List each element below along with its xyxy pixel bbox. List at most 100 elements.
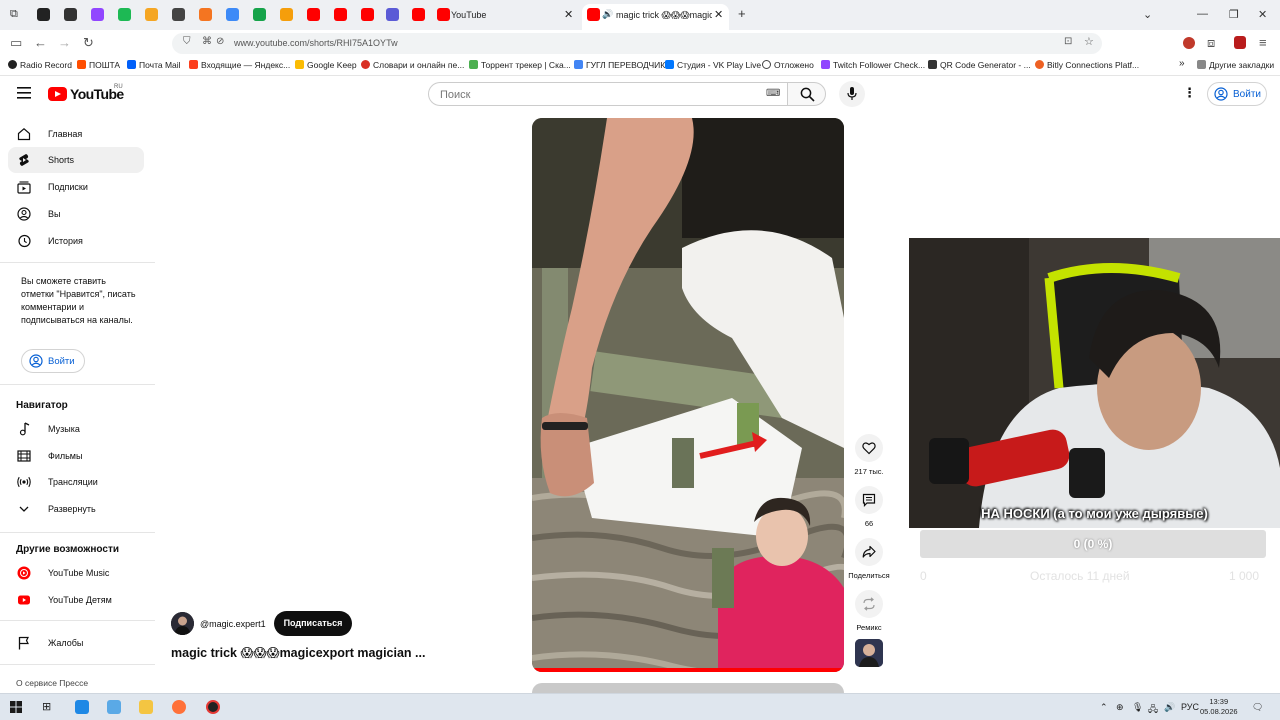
channel-thumbnail[interactable] <box>855 639 883 667</box>
next-short-preview[interactable] <box>532 683 844 693</box>
like-button[interactable] <box>855 434 883 462</box>
channel-name[interactable]: @magic.expert1 <box>200 619 266 629</box>
profile-shield-icon[interactable] <box>1234 36 1246 49</box>
sidebar-item-youtube-music[interactable]: YouTube Music <box>8 560 144 586</box>
pinned-tab-icon[interactable] <box>412 8 425 21</box>
tray-overflow-chevron-icon[interactable]: ⌃ <box>1100 702 1108 713</box>
signin-button[interactable]: Войти <box>1207 82 1267 106</box>
extensions-puzzle-icon[interactable]: ⧈ <box>1207 35 1215 51</box>
close-window-button[interactable]: ✕ <box>1258 8 1267 21</box>
system-clock[interactable]: 13:39 05.08.2026 <box>1200 697 1238 717</box>
bookmark-item[interactable]: Студия - VK Play Live <box>665 60 761 70</box>
voice-search-button[interactable] <box>839 81 865 107</box>
bookmark-item[interactable]: Bitly Connections Platf... <box>1035 60 1139 70</box>
url-text[interactable]: www.youtube.com/shorts/RHI75A1OYTw <box>234 38 398 48</box>
sidebar-item-you[interactable]: Вы <box>8 201 144 227</box>
sidebar-item-history[interactable]: История <box>8 228 144 254</box>
pinned-tab-icon[interactable] <box>199 8 212 21</box>
sidebar-item-home[interactable]: Главная <box>8 121 144 147</box>
bookmark-item[interactable]: Отложено <box>762 60 814 70</box>
shield-icon[interactable]: ⛉ <box>183 36 191 47</box>
bookmark-item[interactable]: ПОШТА <box>77 60 120 70</box>
other-bookmarks[interactable]: Другие закладки <box>1197 60 1274 70</box>
youtube-logo-icon[interactable] <box>48 87 67 101</box>
bookmark-star-icon[interactable]: ☆ <box>1084 35 1094 48</box>
bookmark-item[interactable]: QR Code Generator - ... <box>928 60 1031 70</box>
comments-button[interactable] <box>855 486 883 514</box>
pinned-tab-icon[interactable] <box>172 8 185 21</box>
pinned-tab-icon[interactable] <box>280 8 293 21</box>
extension-icon[interactable] <box>1183 37 1195 49</box>
forward-button[interactable]: → <box>58 35 71 50</box>
microphone-tray-icon[interactable]: 🎙 <box>1132 702 1143 713</box>
new-tab-button[interactable]: + <box>738 6 746 21</box>
task-view-icon[interactable]: ⊞ <box>42 700 51 713</box>
bookmark-item[interactable]: Google Keep <box>295 60 357 70</box>
bookmark-item[interactable]: Twitch Follower Check... <box>821 60 925 70</box>
windows-start-icon[interactable] <box>10 701 22 713</box>
search-button[interactable] <box>787 82 826 106</box>
sidebar-item-youtube-kids[interactable]: YouTube Детям <box>8 587 144 613</box>
share-button[interactable] <box>855 538 883 566</box>
speaker-icon[interactable]: 🔊 <box>602 9 613 20</box>
tab-list-icon[interactable]: ⧉ <box>10 8 18 21</box>
file-explorer-icon[interactable] <box>139 700 153 714</box>
tab-close-icon[interactable]: ✕ <box>564 8 573 21</box>
tab-active-short[interactable]: 🔊 magic trick 😱😱😱magic ✕ <box>582 4 729 30</box>
notifications-icon[interactable]: 🗨 <box>1252 702 1263 713</box>
sidebar-item-live[interactable]: Трансляции <box>8 469 144 495</box>
bookmark-item[interactable]: Входящие — Яндекс... <box>189 60 290 70</box>
sidebar-footer-links[interactable]: О сервисе Прессе <box>16 678 88 688</box>
calculator-icon[interactable] <box>75 700 89 714</box>
sidebar-item-movies[interactable]: Фильмы <box>8 443 144 469</box>
sidebar-item-reports[interactable]: Жалобы <box>8 630 144 656</box>
pinned-tab-icon[interactable] <box>307 8 320 21</box>
keyboard-icon[interactable]: ⌨ <box>766 88 780 99</box>
obs-icon[interactable] <box>206 700 220 714</box>
bookmark-item[interactable]: Словари и онлайн пе... <box>361 60 464 70</box>
address-bar[interactable]: ⛉ ⌘ ⊘ www.youtube.com/shorts/RHI75A1OYTw… <box>172 33 1102 54</box>
restore-button[interactable]: ❐ <box>1229 8 1239 21</box>
sidebar-signin-button[interactable]: Войти <box>21 349 85 373</box>
menu-icon[interactable]: ≡ <box>1259 35 1267 50</box>
bookmark-item[interactable]: Торрент трекер | Ска... <box>469 60 571 70</box>
pinned-tab-icon[interactable] <box>145 8 158 21</box>
subscribe-button[interactable]: Подписаться <box>274 611 352 636</box>
tray-app-icon[interactable]: ⊕ <box>1116 702 1124 713</box>
tab-search-chevron-icon[interactable]: ⌄ <box>1143 8 1152 21</box>
bookmark-item[interactable]: Почта Mail <box>127 60 181 70</box>
reload-button[interactable]: ↻ <box>83 35 94 51</box>
pinned-tab-icon[interactable] <box>37 8 50 21</box>
pinned-tab-icon[interactable] <box>386 8 399 21</box>
search-input[interactable]: Поиск ⌨ <box>428 82 788 106</box>
tab-close-icon[interactable]: ✕ <box>714 8 723 21</box>
sidebar-item-music[interactable]: Музыка <box>8 416 144 442</box>
tab-youtube[interactable]: YouTube ✕ <box>432 4 577 30</box>
more-bookmarks-chevron-icon[interactable]: » <box>1179 58 1185 69</box>
pinned-tab-icon[interactable] <box>226 8 239 21</box>
sidebar-toggle-icon[interactable]: ▭ <box>10 35 22 51</box>
network-icon[interactable]: 🖧 <box>1148 702 1158 718</box>
volume-icon[interactable]: 🔊 <box>1164 702 1175 713</box>
input-language[interactable]: РУС <box>1181 702 1199 712</box>
sidebar-item-expand[interactable]: Развернуть <box>8 496 144 522</box>
bookmark-item[interactable]: Radio Record <box>8 60 72 70</box>
remix-button[interactable] <box>855 590 883 618</box>
pinned-tab-icon[interactable] <box>253 8 266 21</box>
back-button[interactable]: ← <box>34 35 47 50</box>
pinned-tab-icon[interactable] <box>361 8 374 21</box>
screenshot-icon[interactable]: ⊡ <box>1064 36 1072 47</box>
sidebar-item-shorts[interactable]: Shorts <box>8 147 144 173</box>
pinned-tab-icon[interactable] <box>64 8 77 21</box>
hamburger-menu-icon[interactable] <box>17 87 31 99</box>
short-title[interactable]: magic trick 😱😱😱magicexport magician ... <box>171 645 425 660</box>
pinned-tab-icon[interactable] <box>334 8 347 21</box>
sidebar-item-subscriptions[interactable]: Подписки <box>8 174 144 200</box>
protection-icon[interactable]: ⊘ <box>216 36 224 47</box>
pinned-tab-icon[interactable] <box>91 8 104 21</box>
minimize-button[interactable]: — <box>1197 8 1208 20</box>
more-options-icon[interactable]: ⋮ <box>1183 85 1196 101</box>
pinned-tab-icon[interactable] <box>118 8 131 21</box>
reader-icon[interactable]: ⌘ <box>202 36 212 47</box>
photos-icon[interactable] <box>107 700 121 714</box>
